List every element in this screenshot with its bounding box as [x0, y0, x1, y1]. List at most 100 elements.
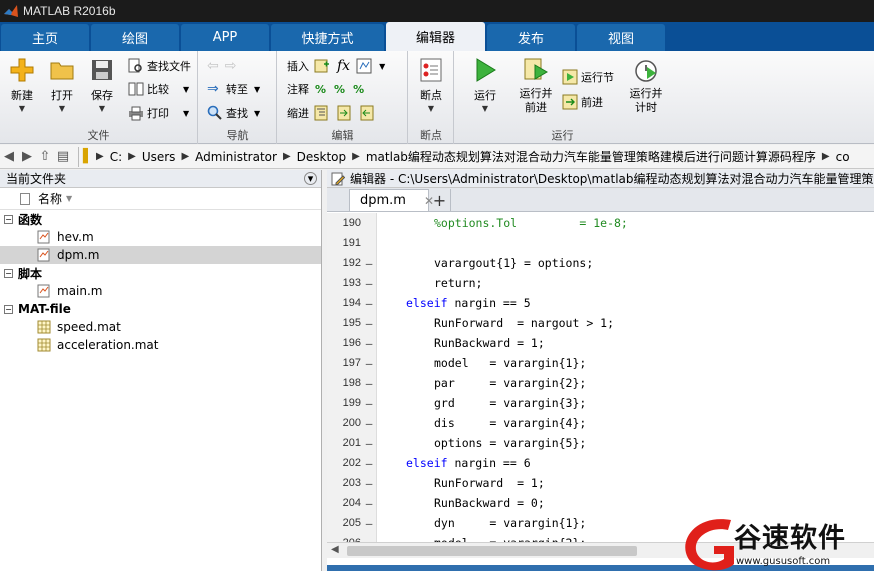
line-number: 205 [342, 517, 361, 529]
code-line[interactable]: 196— RunBackward = 1; [327, 333, 874, 353]
line-number: 200 [342, 417, 361, 429]
code-line[interactable]: 193— return; [327, 273, 874, 293]
tab-editor[interactable]: 编辑器 [386, 22, 485, 51]
forward-nav-icon[interactable]: ▶ [18, 148, 36, 166]
code-line[interactable]: 200— dis = varargin{4}; [327, 413, 874, 433]
breadcrumb-administrator[interactable]: Administrator [192, 150, 280, 164]
code-line[interactable]: 195— RunForward = nargout > 1; [327, 313, 874, 333]
code-line[interactable]: 201— options = varargin{5}; [327, 433, 874, 453]
open-button[interactable]: 打开 ▼ [42, 57, 82, 113]
list-item[interactable]: hev.m [0, 228, 321, 246]
breakpoint-marker[interactable]: — [361, 277, 377, 290]
new-tab-button[interactable]: + [429, 189, 451, 211]
scrollbar-thumb[interactable] [347, 546, 637, 556]
tab-shortcuts[interactable]: 快捷方式 [271, 24, 384, 51]
code-text: RunBackward = 0; [434, 496, 545, 510]
uncomment-percent-icon: % [334, 82, 346, 96]
find-files-button[interactable]: 查找文件 [128, 56, 191, 76]
find-label: 查找 [226, 107, 248, 120]
run-section-button[interactable]: 运行节 [562, 67, 614, 87]
goto-button[interactable]: ⇒ 转至 ▼ [207, 79, 260, 99]
insert-button[interactable]: 插入 fx ▼ [287, 56, 385, 76]
collapse-icon[interactable]: − [4, 304, 13, 314]
code-line[interactable]: 199— grd = varargin{3}; [327, 393, 874, 413]
browse-folder-icon[interactable]: ▤ [54, 148, 72, 166]
code-line[interactable]: 194— elseif nargin == 5 [327, 293, 874, 313]
breakpoint-marker[interactable]: — [361, 517, 377, 530]
list-item[interactable]: acceleration.mat [0, 336, 321, 354]
tab-plots[interactable]: 绘图 [91, 24, 179, 51]
group-label: 脚本 [18, 266, 43, 281]
code-line[interactable]: 204— RunBackward = 0; [327, 493, 874, 513]
code-line[interactable]: 198— par = varargin{2}; [327, 373, 874, 393]
code-line[interactable]: 192— varargout{1} = options; [327, 253, 874, 273]
list-item[interactable]: main.m [0, 282, 321, 300]
group-mat-files[interactable]: − MAT-file [0, 300, 321, 318]
panel-actions-icon[interactable]: ▾ [304, 172, 317, 185]
run-and-time-button[interactable]: 运行并 计时 [625, 57, 667, 115]
save-button[interactable]: 保存 ▼ [82, 57, 122, 113]
run-button[interactable]: 运行 ▼ [465, 57, 505, 113]
run-and-advance-button[interactable]: 运行并 前进 [515, 57, 557, 115]
breakpoint-marker[interactable]: — [361, 397, 377, 410]
breakpoint-marker[interactable]: — [361, 257, 377, 270]
breakpoint-marker[interactable]: — [361, 317, 377, 330]
code-line[interactable]: 202— elseif nargin == 6 [327, 453, 874, 473]
breakpoint-marker[interactable]: — [361, 477, 377, 490]
line-number: 199 [342, 397, 361, 409]
smart-indent-icon [314, 105, 328, 121]
new-button[interactable]: 新建 ▼ [2, 57, 42, 113]
breadcrumb-project-folder[interactable]: matlab编程动态规划算法对混合动力汽车能量管理策略建模后进行问题计算源码程序 [363, 148, 819, 165]
code-line[interactable]: 190 %options.Tol = 1e-8; [327, 213, 874, 233]
compare-button[interactable]: 比较 ▼ [128, 79, 189, 99]
breakpoint-marker[interactable]: — [361, 417, 377, 430]
code-area[interactable]: 190 %options.Tol = 1e-8; 191 192— varargout{… [327, 213, 874, 542]
compare-icon [128, 82, 144, 96]
breakpoint-marker[interactable]: — [361, 497, 377, 510]
tab-dpm-m[interactable]: dpm.m ✕ [349, 189, 434, 211]
advance-button[interactable]: 前进 [562, 92, 603, 112]
breakpoint-marker[interactable]: — [361, 377, 377, 390]
scroll-left-icon[interactable]: ◀ [331, 544, 339, 555]
breadcrumb-desktop[interactable]: Desktop [294, 150, 350, 164]
print-button[interactable]: 打印 ▼ [128, 103, 189, 123]
breadcrumb-subfolder[interactable]: co [833, 150, 853, 164]
list-item[interactable]: speed.mat [0, 318, 321, 336]
back-nav-icon[interactable]: ◀ [0, 148, 18, 166]
ribbon: 新建 ▼ 打开 ▼ 保存 ▼ 查找文件 比较 ▼ 打印 ▼ 文件 ⇦ ⇨ ⇒ 转… [0, 51, 874, 144]
breadcrumb-drive[interactable]: C: [107, 150, 125, 164]
breakpoints-group: 断点 ▼ 断点 [409, 51, 454, 144]
run-label: 运行 [474, 89, 496, 102]
code-line[interactable]: 191 [327, 233, 874, 253]
code-line[interactable]: 203— RunForward = 1; [327, 473, 874, 493]
indent-button[interactable]: 缩进 [287, 103, 379, 123]
save-disk-icon [92, 60, 112, 80]
breakpoint-marker[interactable]: — [361, 457, 377, 470]
tab-publish[interactable]: 发布 [487, 24, 575, 51]
breakpoint-marker[interactable]: — [361, 297, 377, 310]
up-folder-icon[interactable]: ⇧ [36, 148, 54, 166]
breakpoints-button[interactable]: 断点 ▼ [411, 57, 451, 113]
name-column-header[interactable]: 名称 ▼ [0, 188, 321, 210]
comment-button[interactable]: 注释 % % % [287, 79, 364, 99]
breakpoint-marker[interactable]: — [361, 437, 377, 450]
fx-icon[interactable]: fx [337, 58, 350, 74]
breakpoint-marker[interactable]: — [361, 337, 377, 350]
tab-apps[interactable]: APP [181, 24, 269, 51]
breakpoint-marker[interactable]: — [361, 357, 377, 370]
code-line[interactable]: 197— model = varargin{1}; [327, 353, 874, 373]
goto-arrow-icon: ⇒ [207, 81, 219, 97]
breadcrumb-users[interactable]: Users [139, 150, 179, 164]
collapse-icon[interactable]: − [4, 268, 13, 278]
tab-view[interactable]: 视图 [577, 24, 665, 51]
insert-label: 插入 [287, 60, 309, 73]
new-plus-icon [10, 58, 34, 82]
list-item-selected[interactable]: dpm.m [0, 246, 321, 264]
group-scripts[interactable]: − 脚本 [0, 264, 321, 282]
name-column-label: 名称 [38, 192, 63, 206]
group-functions[interactable]: − 函数 [0, 210, 321, 228]
back-forward-buttons[interactable]: ⇦ ⇨ [207, 56, 236, 76]
find-button[interactable]: 查找 ▼ [207, 103, 260, 123]
tab-home[interactable]: 主页 [1, 24, 89, 51]
collapse-icon[interactable]: − [4, 214, 13, 224]
